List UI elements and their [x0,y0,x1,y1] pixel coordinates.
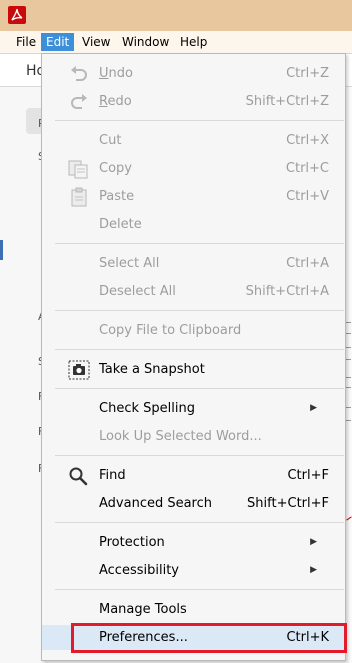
shortcut-label: Ctrl+V [286,189,329,204]
menu-item-label: Manage Tools [99,602,187,617]
menu-item-label: Accessibility [99,563,179,578]
menu-item-find[interactable]: Find Ctrl+F [42,463,345,488]
menu-item-label: Cut [99,133,122,148]
menu-separator [55,455,344,456]
menu-item-label: Redo [99,94,132,109]
menu-item-label: Advanced Search [99,496,213,511]
shortcut-label: Ctrl+Z [286,66,329,81]
menu-separator [55,589,344,590]
left-panel [0,87,44,663]
menu-item-look-up-word[interactable]: Look Up Selected Word... [42,424,345,449]
menu-item-copy-file-to-clipboard[interactable]: Copy File to Clipboard [42,318,345,343]
menu-item-advanced-search[interactable]: Advanced Search Shift+Ctrl+F [42,491,345,516]
menu-item-deselect-all[interactable]: Deselect All Shift+Ctrl+A [42,279,345,304]
menu-item-label: Paste [99,189,135,204]
left-panel-marker [0,240,3,260]
shortcut-label: Ctrl+X [286,133,329,148]
shortcut-label: Ctrl+C [285,161,329,176]
submenu-arrow-icon: ▶ [310,537,317,547]
preferences-highlight-box [71,623,347,653]
menu-item-accessibility[interactable]: Accessibility ▶ [42,558,345,583]
menu-separator [55,388,344,389]
menu-item-redo[interactable]: Redo Shift+Ctrl+Z [42,89,345,114]
menu-view[interactable]: View [77,33,115,51]
title-bar [0,0,352,31]
copy-icon [68,159,90,179]
menu-file[interactable]: File [11,33,41,51]
redo-icon [68,92,90,112]
search-icon [68,466,90,486]
menu-item-select-all[interactable]: Select All Ctrl+A [42,251,345,276]
menu-item-label: Check Spelling [99,401,195,416]
shortcut-label: Ctrl+A [286,256,329,271]
menu-separator [55,522,344,523]
camera-icon [68,360,90,380]
menu-item-cut[interactable]: Cut Ctrl+X [42,128,345,153]
menu-item-copy[interactable]: Copy Ctrl+C [42,156,345,181]
menu-bar: File Edit View Window Help [0,31,352,54]
shortcut-label: Shift+Ctrl+Z [245,94,329,109]
menu-item-label: Delete [99,217,142,232]
menu-item-label: Find [99,468,126,483]
undo-icon [68,64,90,84]
shortcut-label: Shift+Ctrl+F [247,496,329,511]
menu-item-check-spelling[interactable]: Check Spelling ▶ [42,396,345,421]
shortcut-label: Shift+Ctrl+A [245,284,329,299]
menu-item-manage-tools[interactable]: Manage Tools [42,597,345,622]
menu-item-label: Copy File to Clipboard [99,323,242,338]
menu-item-label: Take a Snapshot [99,362,205,377]
menu-edit[interactable]: Edit [41,33,75,51]
menu-separator [55,349,344,350]
menu-help[interactable]: Help [175,33,212,51]
menu-separator [55,243,344,244]
paste-icon [68,187,90,207]
menu-item-label: Undo [99,66,133,81]
menu-item-label: Look Up Selected Word... [99,429,262,444]
menu-item-take-snapshot[interactable]: Take a Snapshot [42,357,345,382]
submenu-arrow-icon: ▶ [310,403,317,413]
menu-item-paste[interactable]: Paste Ctrl+V [42,184,345,209]
menu-separator [55,120,344,121]
menu-item-label: Select All [99,256,160,271]
menu-item-label: Protection [99,535,165,550]
menu-window[interactable]: Window [117,33,174,51]
menu-separator [55,310,344,311]
menu-item-protection[interactable]: Protection ▶ [42,530,345,555]
menu-item-label: Copy [99,161,132,176]
acrobat-logo-icon [8,6,26,24]
document-edge [345,87,352,663]
menu-item-delete[interactable]: Delete [42,212,345,237]
shortcut-label: Ctrl+F [287,468,329,483]
edit-menu: Undo Ctrl+Z Redo Shift+Ctrl+Z Cut Ctrl+X… [41,53,346,661]
menu-item-label: Deselect All [99,284,176,299]
menu-item-undo[interactable]: Undo Ctrl+Z [42,61,345,86]
submenu-arrow-icon: ▶ [310,565,317,575]
